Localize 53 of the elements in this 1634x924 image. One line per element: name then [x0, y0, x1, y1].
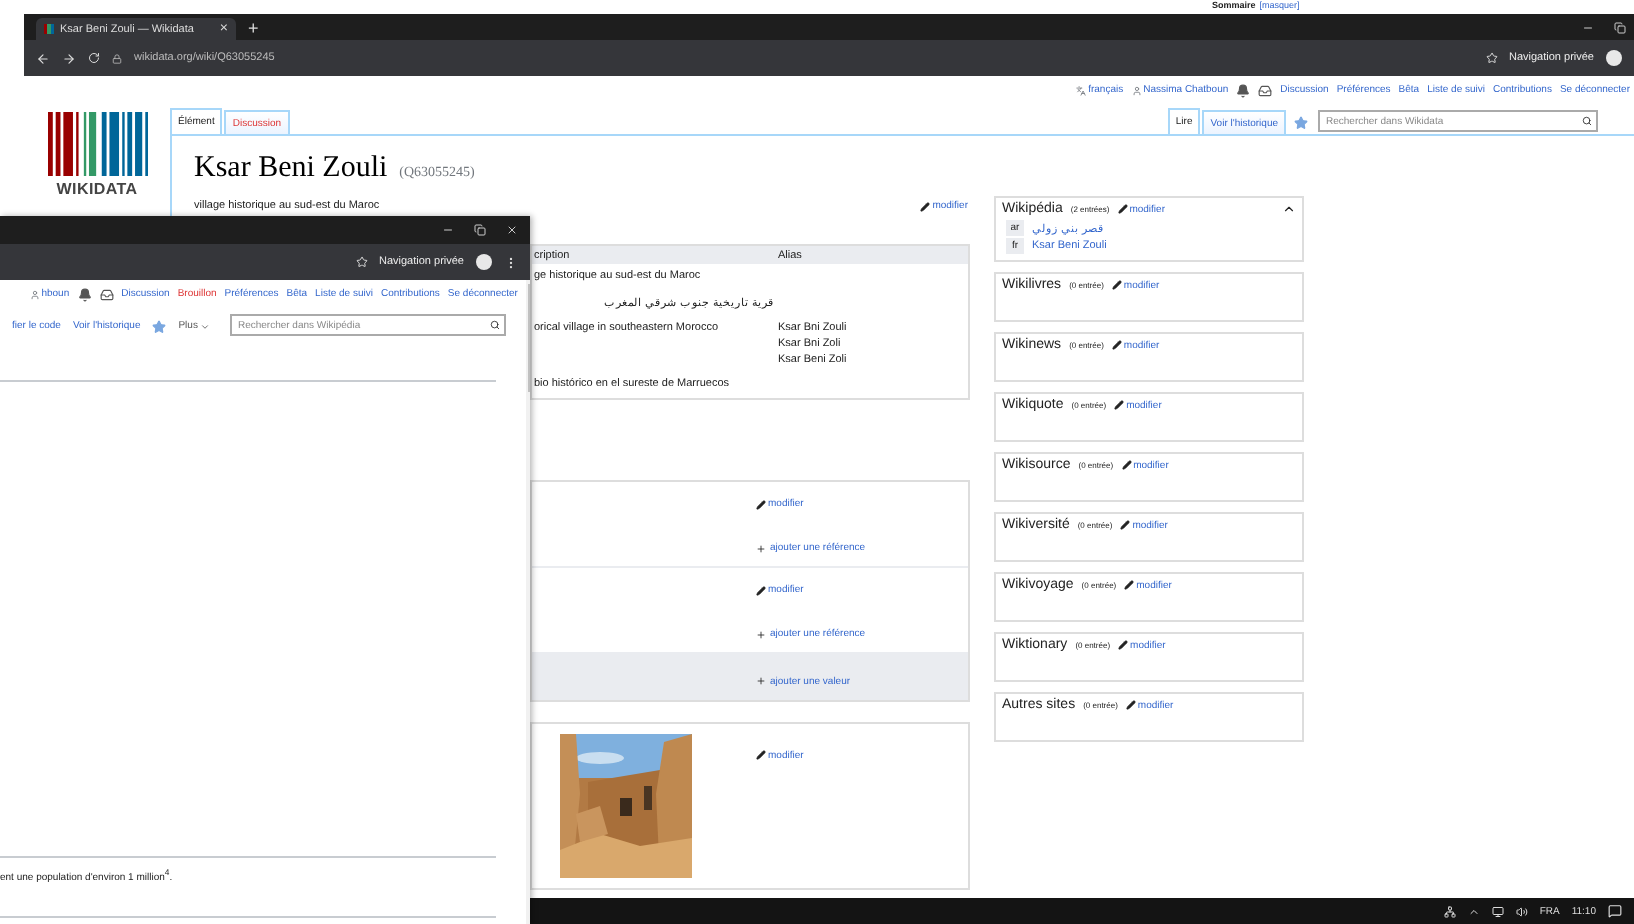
chevron-icon — [1467, 905, 1480, 917]
pencil-icon — [1114, 400, 1125, 410]
notification-icon — [1608, 904, 1622, 918]
user-icon — [1131, 85, 1142, 95]
search-icon — [1582, 116, 1592, 126]
menu-icon[interactable] — [504, 255, 518, 269]
forward-icon[interactable] — [62, 51, 76, 65]
plus-icon — [756, 629, 766, 639]
notifications-icon[interactable] — [77, 287, 92, 301]
pencil-icon — [1124, 580, 1135, 590]
watch-star-icon[interactable] — [152, 319, 167, 333]
pencil-icon — [1125, 700, 1136, 710]
favicon-icon — [44, 24, 54, 34]
pencil-icon — [920, 201, 931, 211]
restore-icon[interactable] — [474, 224, 486, 236]
avatar-icon[interactable] — [1606, 50, 1622, 66]
messages-icon[interactable] — [1258, 83, 1273, 97]
pencil-icon — [1121, 460, 1132, 470]
network-icon — [1443, 905, 1456, 917]
messages-icon[interactable] — [99, 287, 114, 301]
pencil-icon — [1117, 204, 1128, 214]
bookmark-star-icon[interactable] — [355, 256, 367, 268]
watch-star-icon[interactable] — [1294, 116, 1308, 130]
pencil-icon — [756, 499, 766, 509]
restore-icon[interactable] — [1614, 21, 1626, 33]
pencil-icon — [756, 750, 766, 760]
logo-wordmark: WIKIDATA — [56, 180, 138, 198]
minimize-icon[interactable] — [442, 224, 454, 236]
pencil-icon — [1111, 340, 1122, 350]
notifications-icon[interactable] — [1236, 83, 1251, 97]
pencil-icon — [756, 585, 766, 595]
plus-icon — [756, 676, 766, 686]
pencil-icon — [1118, 640, 1129, 650]
collapse-icon[interactable] — [1282, 202, 1296, 216]
logo-icon[interactable] — [47, 112, 147, 176]
plus-icon — [756, 543, 766, 553]
page-title: Ksar Beni Zouli — [194, 152, 388, 186]
close-icon[interactable] — [506, 224, 518, 236]
user-icon — [29, 289, 40, 299]
monitor-icon — [1491, 905, 1504, 917]
lock-icon — [112, 53, 122, 63]
caret-icon — [199, 321, 210, 331]
minimize-icon[interactable] — [1582, 21, 1594, 33]
pencil-icon — [1111, 280, 1122, 290]
reload-icon[interactable] — [88, 52, 100, 64]
speaker-icon — [1515, 905, 1528, 917]
translate-icon — [1076, 85, 1087, 95]
new-tab-button[interactable]: + — [248, 18, 259, 38]
avatar-icon[interactable] — [476, 254, 492, 270]
pencil-icon — [1120, 520, 1131, 530]
bookmark-star-icon[interactable] — [1485, 52, 1497, 64]
search-icon — [489, 320, 500, 330]
back-icon[interactable] — [36, 51, 50, 65]
